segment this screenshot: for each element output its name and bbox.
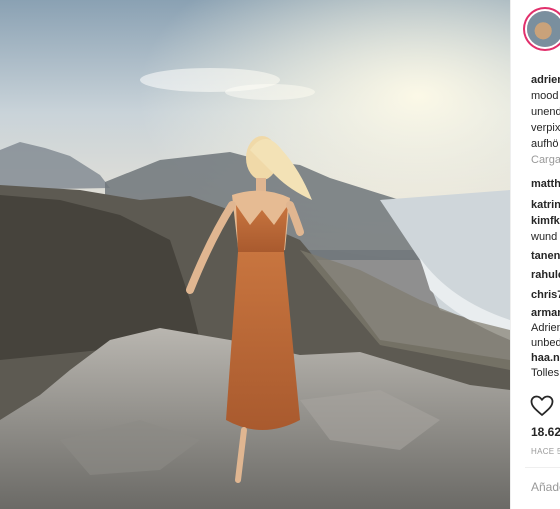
comment-username[interactable]: rahulc (531, 268, 560, 283)
comment-text: wund (531, 231, 558, 243)
time-ago[interactable]: HACE 5 (531, 447, 560, 456)
avatar[interactable] (527, 11, 560, 47)
caption-line: aufhö (531, 138, 559, 150)
add-comment-input[interactable] (531, 477, 560, 497)
caption-line: unend (531, 106, 560, 118)
caption-username[interactable]: adrien (531, 73, 560, 88)
post-photo[interactable] (0, 0, 510, 509)
post-photo-canvas (0, 0, 510, 509)
divider (525, 467, 560, 468)
comment-text: Adrien (531, 322, 560, 334)
comment-username[interactable]: arman (531, 306, 560, 321)
comment-username[interactable]: tanen (531, 249, 560, 264)
comment-text: unbed (531, 337, 560, 349)
heart-icon[interactable] (530, 395, 554, 417)
comment-username[interactable]: kimfk (531, 214, 560, 229)
comment-username[interactable]: haa.n (531, 351, 560, 366)
likes-count[interactable]: 18.62 (531, 425, 560, 439)
caption-line: verpix (531, 122, 560, 134)
comment-username[interactable]: matth (531, 177, 560, 192)
loading-text[interactable]: Carga (531, 153, 560, 168)
comment-text: Tolles (531, 367, 560, 379)
caption-line: mood (531, 90, 559, 102)
comment-username[interactable]: katrin (531, 198, 560, 213)
comment-username[interactable]: chris7 (531, 288, 560, 303)
post-sidebar: adrien mood unend verpix aufhö Carga mat… (510, 0, 560, 509)
